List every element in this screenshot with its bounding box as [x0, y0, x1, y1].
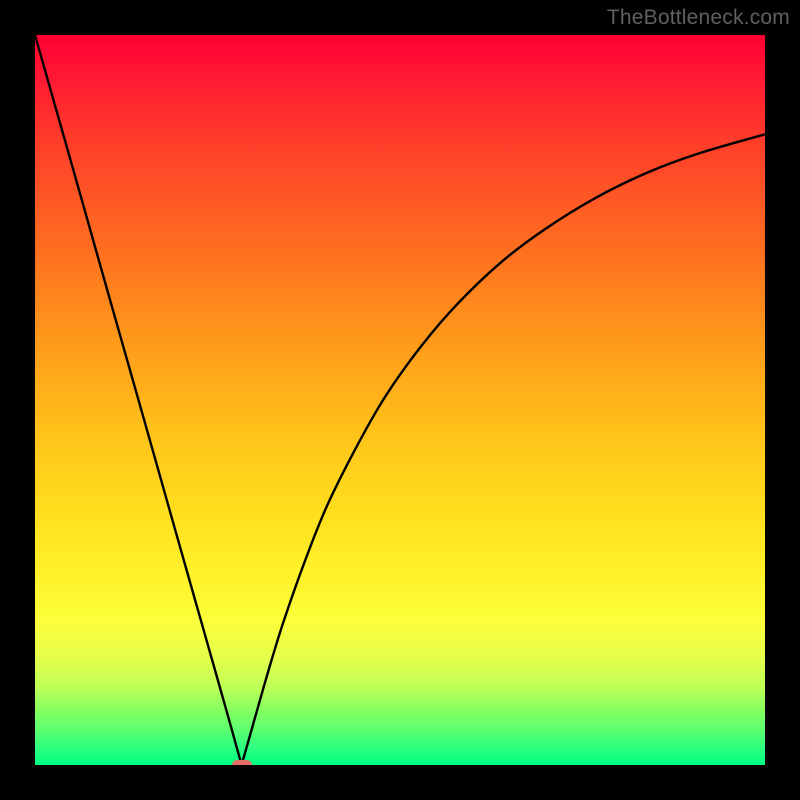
curve-svg — [35, 35, 765, 765]
curve-path — [35, 35, 765, 765]
chart-root: TheBottleneck.com — [0, 0, 800, 800]
watermark: TheBottleneck.com — [607, 6, 790, 30]
min-marker — [232, 760, 252, 765]
plot-area — [35, 35, 765, 765]
